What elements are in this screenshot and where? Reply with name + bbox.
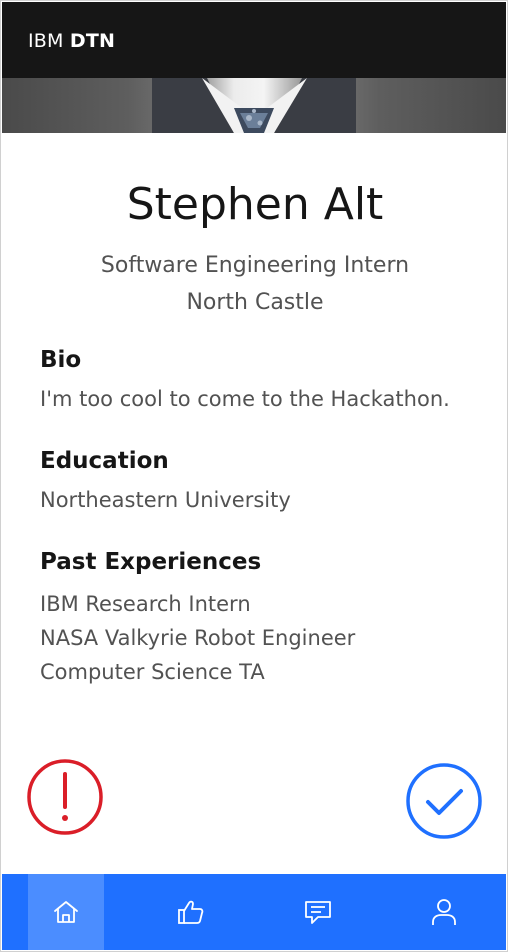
bio-text: I'm too cool to come to the Hackathon. [40,387,450,411]
accept-button[interactable] [404,761,484,841]
tab-home[interactable] [28,874,104,950]
home-icon [54,901,78,923]
bio-title: Bio [40,347,82,373]
tab-messages[interactable] [280,874,356,950]
checkmark-circle-icon [406,763,482,839]
exclamation-circle-icon [27,759,103,835]
experience-list: IBM Research Intern NASA Valkyrie Robot … [40,587,355,689]
experience-title: Past Experiences [40,549,262,575]
education-text: Northeastern University [40,488,291,512]
app-frame: IBM DTN Stephen Alt Software Engineering… [0,0,508,952]
app-brand: IBM DTN [28,30,115,52]
experience-item: Computer Science TA [40,660,265,684]
bottom-tab-bar [2,874,506,950]
profile-photo [2,78,506,133]
user-icon [432,899,456,925]
profile-location: North Castle [186,290,324,315]
tab-profile[interactable] [406,874,482,950]
tab-likes[interactable] [153,874,229,950]
brand-prefix: IBM [28,30,64,52]
education-title: Education [40,448,169,474]
thumbs-up-icon [178,900,204,924]
experience-item: NASA Valkyrie Robot Engineer [40,626,356,650]
reject-button[interactable] [25,757,105,837]
profile-role: Software Engineering Intern [100,253,410,278]
app-header: IBM DTN [2,2,506,78]
chat-icon [305,901,331,924]
brand-name: DTN [69,30,116,52]
experience-item: IBM Research Intern [40,592,251,616]
profile-name: Stephen Alt [126,179,384,230]
